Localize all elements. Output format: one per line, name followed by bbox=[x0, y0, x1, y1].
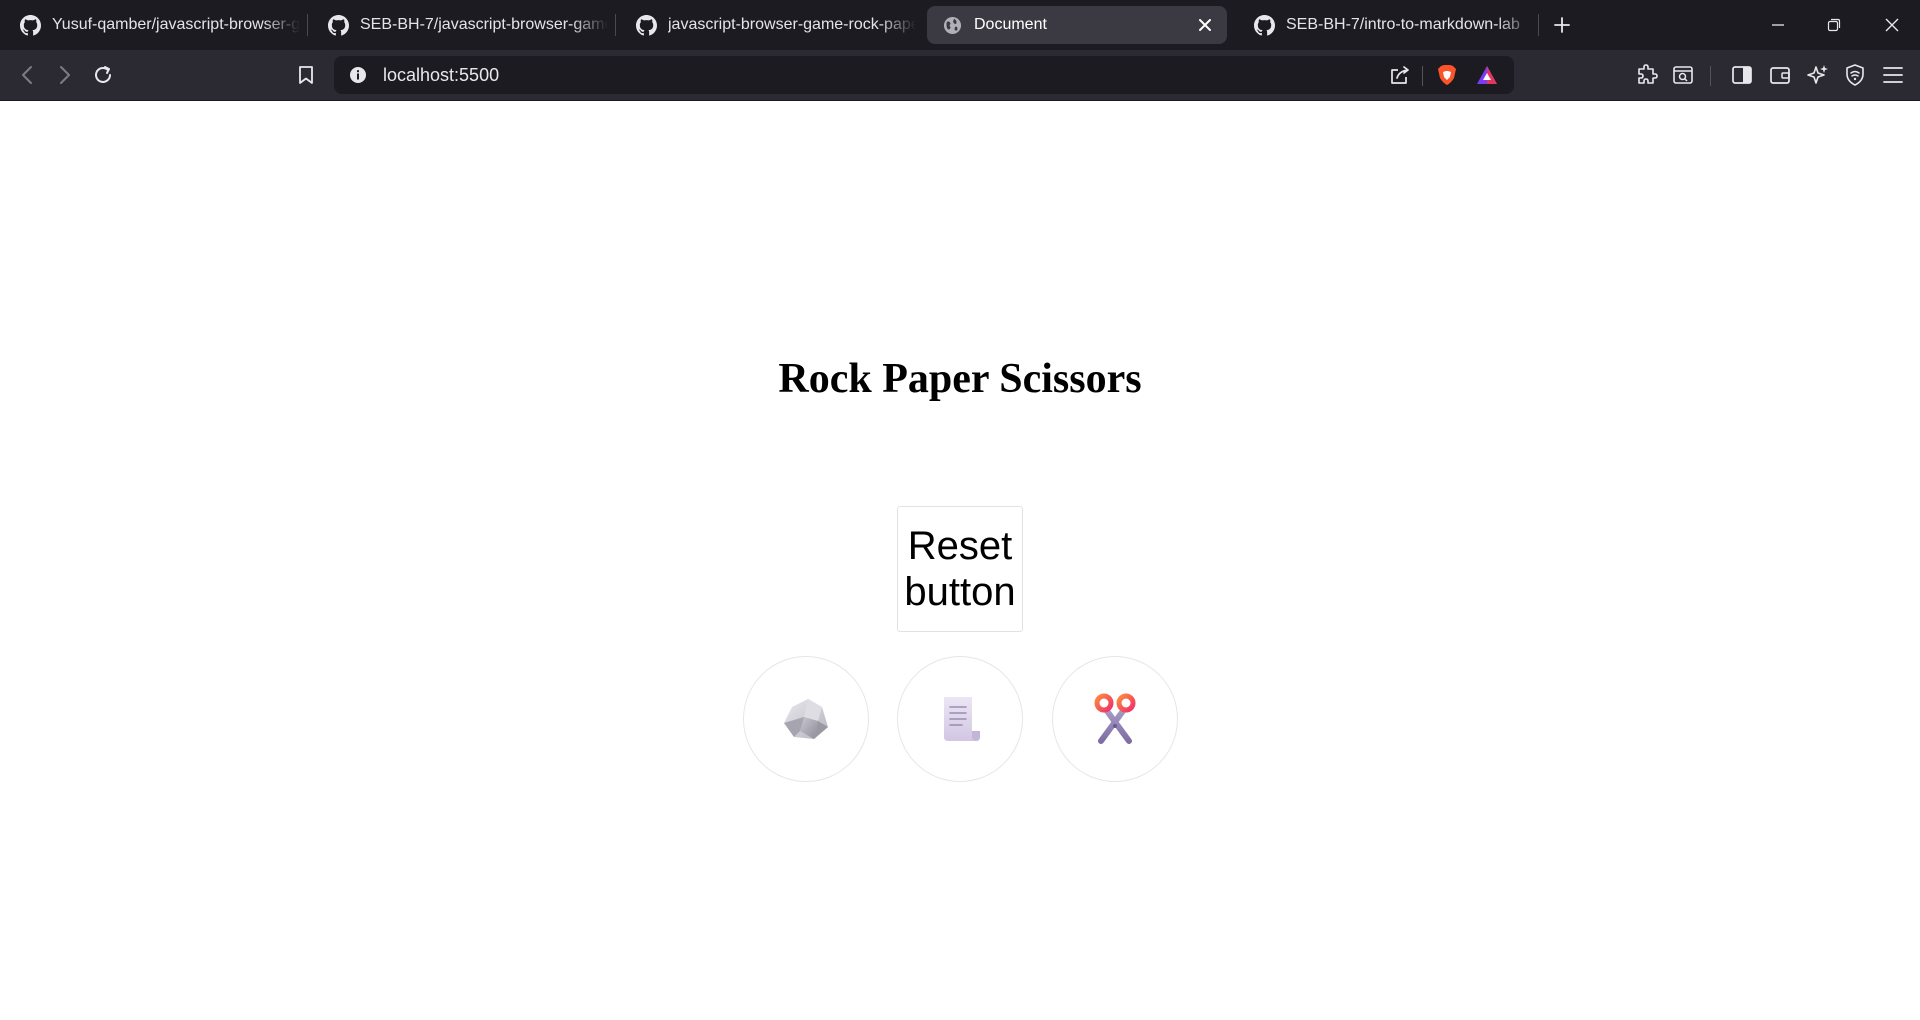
tab-github-1[interactable]: Yusuf-qamber/javascript-browser-game-roc… bbox=[0, 6, 300, 44]
search-tab-button[interactable] bbox=[1666, 58, 1700, 92]
tab-strip: Yusuf-qamber/javascript-browser-game-roc… bbox=[0, 0, 1920, 50]
reset-button[interactable]: Reset button bbox=[897, 506, 1023, 632]
tab-title: SEB-BH-7/intro-to-markdown-lab bbox=[1286, 16, 1520, 33]
github-icon bbox=[1254, 14, 1275, 36]
tab-title: SEB-BH-7/javascript-browser-game-rock-pa… bbox=[360, 16, 608, 33]
restore-icon bbox=[1827, 18, 1841, 32]
url-text: localhost:5500 bbox=[383, 65, 500, 85]
github-icon bbox=[328, 14, 349, 36]
forward-icon bbox=[60, 66, 70, 84]
forward-button[interactable] bbox=[48, 58, 82, 92]
leo-ai-button[interactable] bbox=[1801, 58, 1835, 92]
tab-divider bbox=[1538, 14, 1539, 36]
wallet-icon bbox=[1770, 67, 1790, 84]
page-content: Rock Paper Scissors Reset button bbox=[0, 101, 1920, 1020]
restore-button[interactable] bbox=[1806, 0, 1862, 50]
tab-search-icon bbox=[1673, 66, 1693, 84]
paper-button[interactable] bbox=[897, 656, 1023, 782]
tab-document-active[interactable]: Document bbox=[927, 6, 1227, 44]
sidebar-icon bbox=[1732, 66, 1752, 84]
tab-title: Document bbox=[974, 16, 1047, 33]
brave-rewards-icon[interactable] bbox=[1475, 63, 1499, 87]
tab-title: javascript-browser-game-rock-paper-sciss… bbox=[668, 16, 916, 33]
wallet-button[interactable] bbox=[1763, 58, 1797, 92]
page-title: Rock Paper Scissors bbox=[778, 356, 1142, 402]
puzzle-icon bbox=[1638, 64, 1658, 84]
extensions-button[interactable] bbox=[1630, 58, 1664, 92]
paper-icon bbox=[944, 697, 980, 741]
minimize-button[interactable] bbox=[1750, 0, 1806, 50]
minimize-icon bbox=[1772, 24, 1784, 26]
sidebar-button[interactable] bbox=[1725, 58, 1759, 92]
new-tab-button[interactable] bbox=[1548, 11, 1576, 39]
bookmark-button[interactable] bbox=[289, 58, 323, 92]
address-bar[interactable]: localhost:5500 bbox=[334, 56, 1514, 94]
vpn-shield-icon bbox=[1846, 64, 1864, 86]
back-icon bbox=[22, 66, 32, 84]
close-icon bbox=[1885, 18, 1899, 32]
github-icon bbox=[20, 14, 41, 36]
globe-icon bbox=[942, 15, 963, 36]
back-button[interactable] bbox=[10, 58, 44, 92]
share-icon[interactable] bbox=[1388, 63, 1412, 87]
hamburger-menu-icon bbox=[1883, 67, 1903, 83]
vpn-button[interactable] bbox=[1838, 58, 1872, 92]
plus-icon bbox=[1554, 17, 1570, 33]
scissors-button[interactable] bbox=[1052, 656, 1178, 782]
reload-button[interactable] bbox=[86, 58, 120, 92]
scissors-icon bbox=[1094, 693, 1136, 744]
toolbar-divider bbox=[1710, 66, 1711, 86]
tab-title: Yusuf-qamber/javascript-browser-game-roc… bbox=[52, 16, 300, 33]
brave-shields-icon[interactable] bbox=[1435, 63, 1459, 87]
reload-icon bbox=[95, 66, 111, 83]
info-icon[interactable] bbox=[346, 63, 370, 87]
github-icon bbox=[636, 14, 657, 36]
bookmark-icon bbox=[299, 66, 313, 84]
browser-toolbar: localhost:5500 bbox=[0, 50, 1920, 101]
tab-github-2[interactable]: SEB-BH-7/javascript-browser-game-rock-pa… bbox=[308, 6, 608, 44]
menu-button[interactable] bbox=[1876, 58, 1910, 92]
close-tab-icon[interactable] bbox=[1195, 15, 1215, 35]
close-window-button[interactable] bbox=[1864, 0, 1920, 50]
rock-button[interactable] bbox=[743, 656, 869, 782]
sparkle-icon bbox=[1807, 65, 1828, 84]
urlbar-divider bbox=[1422, 66, 1423, 86]
rock-icon bbox=[784, 699, 828, 739]
tab-github-5[interactable]: SEB-BH-7/intro-to-markdown-lab bbox=[1234, 6, 1534, 44]
tab-github-3[interactable]: javascript-browser-game-rock-paper-sciss… bbox=[616, 6, 916, 44]
